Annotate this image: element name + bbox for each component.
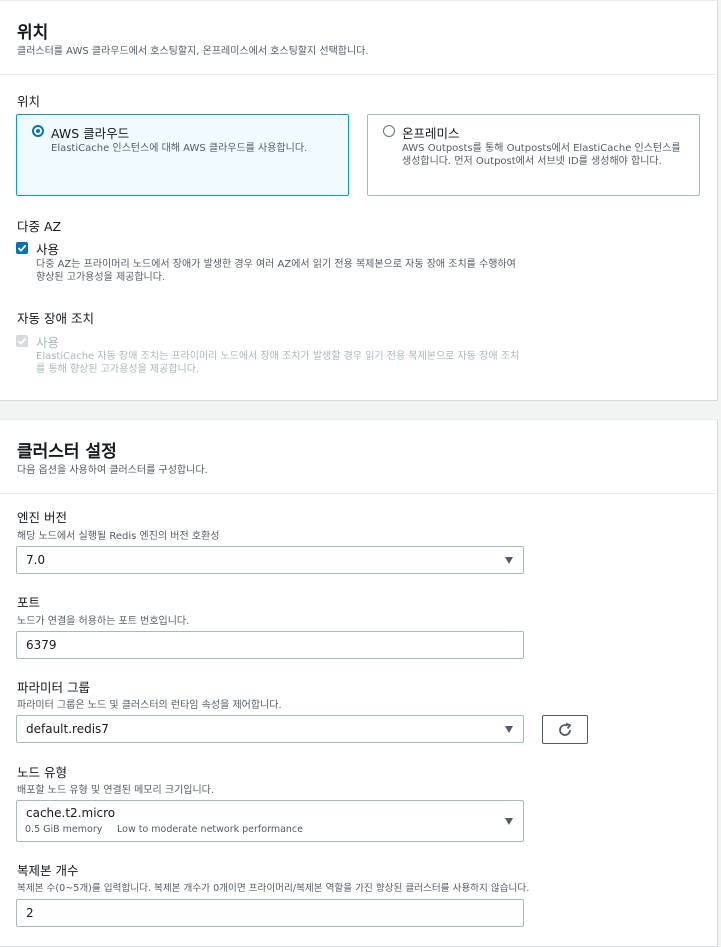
location-field-label: 위치 xyxy=(17,94,41,109)
node-type-label: 노드 유형 xyxy=(17,765,67,780)
multi-az-label: 다중 AZ xyxy=(17,219,62,234)
port-value: 6379 xyxy=(26,638,57,652)
node-type-network: Low to moderate network performance xyxy=(117,824,303,835)
parameter-group-select[interactable]: default.redis7 xyxy=(16,715,524,743)
replicas-description: 복제본 수(0~5개)를 입력합니다. 복제본 개수가 0개이면 프라이머리/복… xyxy=(17,883,530,894)
refresh-button[interactable] xyxy=(542,715,588,744)
on-premises-label: 온프레미스 xyxy=(402,126,460,141)
engine-version-description: 해당 노드에서 실행될 Redis 엔진의 버전 호환성 xyxy=(17,531,220,542)
location-description: 클러스터를 AWS 클라우드에서 호스팅할지, 온프레미스에서 호스팅할지 선택… xyxy=(17,46,369,57)
cluster-settings-panel: 클러스터 설정 다음 옵션을 사용하여 클러스터를 구성합니다. xyxy=(0,419,718,947)
multi-az-checkbox-label[interactable]: 사용 xyxy=(36,239,59,258)
on-premises-option[interactable]: 온프레미스 AWS Outposts를 통해 Outposts에서 Elasti… xyxy=(367,114,700,196)
location-panel-header: 위치 클러스터를 AWS 클라우드에서 호스팅할지, 온프레미스에서 호스팅할지… xyxy=(0,1,717,75)
engine-version-value: 7.0 xyxy=(26,553,46,567)
node-type-select[interactable]: cache.t2.micro 0.5 GiB memory Low to mod… xyxy=(16,800,524,842)
auto-failover-checkbox[interactable] xyxy=(16,335,28,347)
replicas-label: 복제본 개수 xyxy=(17,863,79,878)
multi-az-checkbox[interactable] xyxy=(16,242,28,254)
aws-cloud-label: AWS 클라우드 xyxy=(51,126,130,141)
replicas-value: 2 xyxy=(26,906,34,920)
caret-down-icon xyxy=(505,818,513,825)
location-panel: 위치 클러스터를 AWS 클라우드에서 호스팅할지, 온프레미스에서 호스팅할지… xyxy=(0,0,718,401)
aws-cloud-option[interactable]: AWS 클라우드 ElastiCache 인스턴스에 대해 AWS 클라우드를 … xyxy=(16,114,349,196)
replicas-input[interactable]: 2 xyxy=(16,899,524,927)
cluster-settings-header: 클러스터 설정 다음 옵션을 사용하여 클러스터를 구성합니다. xyxy=(0,420,717,494)
port-label: 포트 xyxy=(17,595,41,610)
parameter-group-value: default.redis7 xyxy=(26,722,109,736)
engine-version-select[interactable]: 7.0 xyxy=(16,546,524,574)
on-premises-description: AWS Outposts를 통해 Outposts에서 ElastiCache … xyxy=(402,143,681,167)
aws-cloud-radio[interactable] xyxy=(32,125,44,137)
caret-down-icon xyxy=(505,726,513,733)
node-type-description: 배포할 노드 유형 및 연결된 메모리 크기입니다. xyxy=(17,785,215,796)
auto-failover-checkbox-label: 사용 xyxy=(36,335,60,350)
cluster-settings-description: 다음 옵션을 사용하여 클러스터를 구성합니다. xyxy=(17,465,208,476)
caret-down-icon xyxy=(505,557,513,564)
auto-failover-label: 자동 장애 조치 xyxy=(17,311,94,326)
auto-failover-description: ElastiCache 자동 장애 조치는 프라이머리 노드에서 장애 조치가 … xyxy=(36,351,520,375)
cluster-settings-title: 클러스터 설정 xyxy=(17,442,117,462)
aws-cloud-description: ElastiCache 인스턴스에 대해 AWS 클라우드를 사용합니다. xyxy=(51,143,308,154)
engine-version-label: 엔진 버전 xyxy=(17,510,67,525)
multi-az-description: 다중 AZ는 프라이머리 노드에서 장애가 발생한 경우 여러 AZ에서 읽기 … xyxy=(36,259,516,283)
port-input[interactable]: 6379 xyxy=(16,631,524,659)
parameter-group-label: 파라미터 그룹 xyxy=(17,680,90,695)
location-title: 위치 xyxy=(17,23,49,43)
node-type-value: cache.t2.micro xyxy=(26,806,116,820)
port-description: 노드가 연결을 허용하는 포트 번호입니다. xyxy=(17,616,190,627)
node-type-memory: 0.5 GiB memory xyxy=(25,824,103,835)
check-icon xyxy=(17,244,27,252)
on-premises-radio[interactable] xyxy=(383,125,395,137)
check-icon xyxy=(17,337,27,345)
parameter-group-description: 파라미터 그룹은 노드 및 클러스터의 런타임 속성을 제어합니다. xyxy=(17,700,282,711)
refresh-icon xyxy=(559,722,572,736)
